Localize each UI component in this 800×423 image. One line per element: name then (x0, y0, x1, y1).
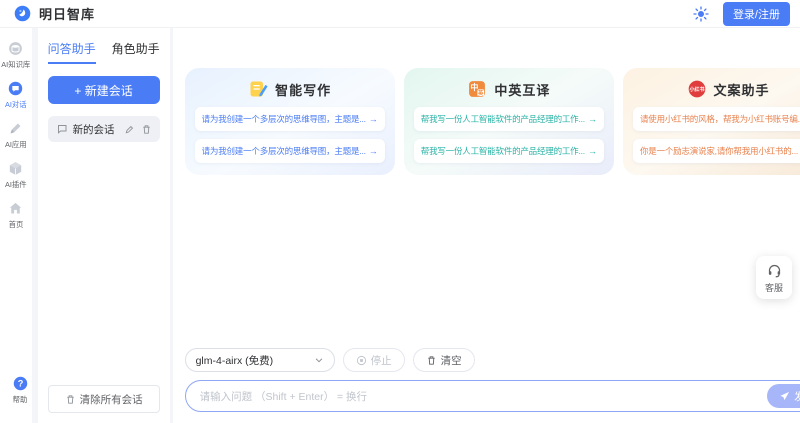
card-copywriting: 小红书 文案助手 请使用小红书的风格，帮我为小红书账号编... → 你是一个励志… (622, 68, 800, 175)
message-input[interactable]: 请输入问题 （Shift + Enter） = 换行 发送 (184, 380, 800, 412)
customer-service-button[interactable]: 客服 (756, 256, 792, 299)
edit-icon[interactable] (124, 124, 135, 135)
sidebar-item-ai-apps[interactable]: AI应用 (4, 120, 28, 150)
assistant-tabs: 问答助手 角色助手 (47, 40, 160, 64)
headset-icon (768, 264, 780, 278)
new-chat-button[interactable]: + 新建会话 (47, 76, 160, 104)
stop-icon (356, 355, 366, 365)
tab-qa-assistant[interactable]: 问答助手 (47, 40, 96, 64)
prompt-suggestion-button[interactable]: 请为我创建一个多层次的思维导图，主题是... → (194, 107, 385, 131)
composer: glm-4-airx (免费) 停止 清空 请输入问题 （Shift + Ent… (184, 348, 800, 412)
main-content: 智能写作 请为我创建一个多层次的思维导图，主题是... → 请为我创建一个多层次… (172, 28, 800, 423)
sidebar-item-label: 帮助 (12, 395, 28, 404)
model-select[interactable]: glm-4-airx (免费) (184, 348, 335, 372)
chat-bubble-icon (57, 125, 67, 134)
conversation-title: 新的会话 (72, 123, 115, 136)
model-select-value: glm-4-airx (免费) (195, 354, 274, 367)
help-icon: ? (13, 376, 27, 391)
sidebar-item-help[interactable]: ? 帮助 (0, 375, 40, 405)
trash-icon (427, 355, 435, 365)
svg-text:?: ? (17, 379, 23, 389)
input-placeholder: 请输入问题 （Shift + Enter） = 换行 (199, 390, 368, 403)
xiaohongshu-icon: 小红书 (688, 80, 705, 98)
stop-button[interactable]: 停止 (342, 348, 405, 372)
sidebar-item-home[interactable]: 首页 (7, 200, 24, 230)
conversation-list-item[interactable]: 新的会话 (47, 116, 160, 142)
delete-icon[interactable] (141, 124, 152, 135)
sidebar-item-ai-plugins[interactable]: AI插件 (4, 160, 28, 190)
arrow-right-icon: → (587, 114, 597, 124)
card-title: 文案助手 (713, 82, 770, 98)
trash-icon (66, 394, 74, 404)
card-translate: 中 英 中英互译 帮我写一份人工智能软件的产品经理的工作... → 帮我写一份人… (403, 68, 614, 175)
arrow-right-icon: → (368, 146, 378, 156)
pencil-icon (10, 123, 21, 134)
prompt-suggestion-button[interactable]: 请使用小红书的风格，帮我为小红书账号编... → (632, 107, 800, 131)
svg-text:英: 英 (478, 89, 484, 97)
quick-start-cards: 智能写作 请为我创建一个多层次的思维导图，主题是... → 请为我创建一个多层次… (184, 68, 800, 175)
home-icon (10, 202, 22, 214)
card-smart-writing: 智能写作 请为我创建一个多层次的思维导图，主题是... → 请为我创建一个多层次… (184, 68, 395, 175)
chevron-down-icon (315, 358, 322, 363)
svg-text:小红书: 小红书 (689, 86, 704, 93)
prompt-suggestion-button[interactable]: 帮我写一份人工智能软件的产品经理的工作... → (413, 139, 604, 163)
plugin-icon (10, 162, 22, 175)
prompt-suggestion-button[interactable]: 请为我创建一个多层次的思维导图，主题是... → (194, 139, 385, 163)
login-register-button[interactable]: 登录/注册 (722, 1, 790, 26)
translate-icon: 中 英 (469, 81, 486, 97)
arrow-right-icon: → (587, 146, 597, 156)
paper-plane-icon (780, 391, 790, 400)
knowledge-icon (9, 42, 23, 55)
card-title: 智能写作 (275, 82, 332, 98)
clear-all-label: 清除所有会话 (79, 393, 143, 406)
notebook-pen-icon (250, 81, 268, 97)
sidebar-item-knowledge[interactable]: AI知识库 (0, 40, 32, 70)
prompt-suggestion-button[interactable]: 帮我写一份人工智能软件的产品经理的工作... → (413, 107, 604, 131)
sidebar-item-label: AI应用 (4, 140, 27, 149)
sidebar-item-ai-chat[interactable]: AI对话 (4, 80, 28, 110)
top-header: 明日智库 登录/注册 (0, 0, 800, 28)
arrow-right-icon: → (368, 114, 378, 124)
sidebar-item-label: AI知识库 (1, 60, 31, 69)
prompt-suggestion-button[interactable]: 你是一个励志演说家,请你帮我用小红书的... → (632, 139, 800, 163)
clear-button[interactable]: 清空 (412, 348, 475, 372)
nav-rail: AI知识库 AI对话 AI应用 AI插件 首页 ? 帮助 (0, 28, 32, 423)
chat-icon (9, 81, 23, 96)
tab-role-assistant[interactable]: 角色助手 (112, 40, 160, 64)
service-label: 客服 (764, 283, 783, 293)
app-logo-icon (14, 5, 31, 22)
theme-sun-icon[interactable] (693, 5, 709, 22)
send-button[interactable]: 发送 (767, 384, 800, 408)
sidebar-item-label: 首页 (8, 220, 24, 229)
card-title: 中英互译 (494, 82, 551, 98)
sidebar-item-label: AI对话 (4, 100, 27, 109)
clear-all-conversations-button[interactable]: 清除所有会话 (47, 385, 160, 413)
conversation-panel: 问答助手 角色助手 + 新建会话 新的会话 清除所有会话 (37, 28, 170, 423)
sidebar-item-label: AI插件 (4, 180, 27, 189)
app-title: 明日智库 (39, 7, 96, 22)
